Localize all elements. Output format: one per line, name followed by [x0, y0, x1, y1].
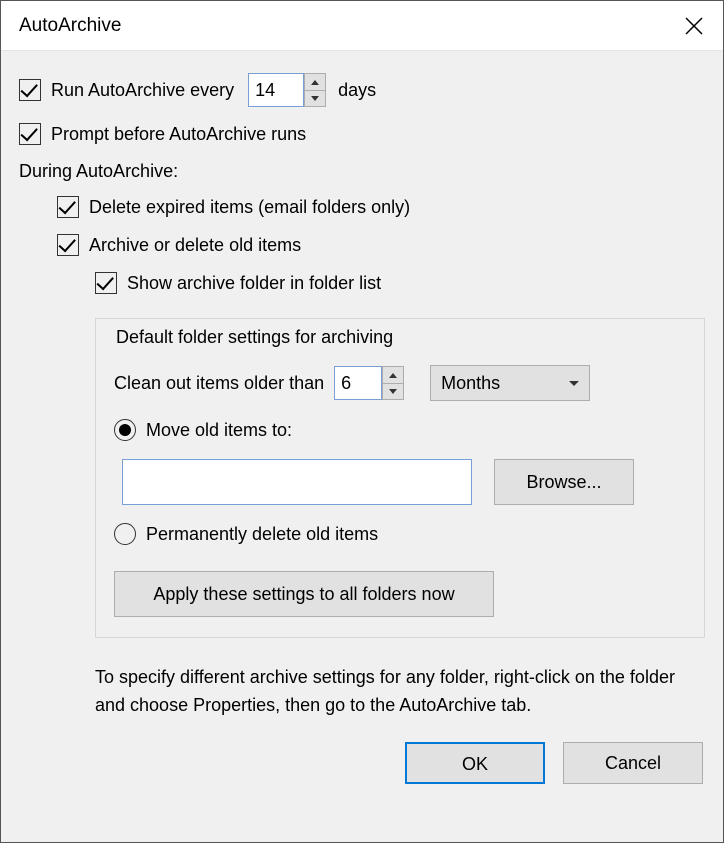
delete-option-label: Permanently delete old items: [146, 524, 378, 545]
default-folder-settings: Default folder settings for archiving Cl…: [95, 318, 705, 638]
archive-delete-row: Archive or delete old items: [57, 234, 705, 256]
chevron-down-icon: [569, 381, 579, 386]
dialog-body: Run AutoArchive every days Prompt before…: [1, 51, 723, 842]
clean-out-down[interactable]: [382, 383, 404, 400]
prompt-row: Prompt before AutoArchive runs: [19, 123, 705, 145]
run-every-checkbox[interactable]: [19, 79, 41, 101]
close-icon: [685, 17, 703, 35]
run-every-row: Run AutoArchive every days: [19, 73, 705, 107]
chevron-up-icon: [311, 80, 319, 85]
during-label: During AutoArchive:: [19, 161, 705, 182]
clean-out-spinner: [382, 366, 404, 400]
move-path-row: Browse...: [118, 459, 686, 505]
ok-button[interactable]: OK: [405, 742, 545, 784]
run-every-input[interactable]: [248, 73, 304, 107]
chevron-down-icon: [389, 389, 397, 394]
prompt-label: Prompt before AutoArchive runs: [51, 124, 306, 145]
run-every-suffix: days: [338, 80, 376, 101]
clean-out-up[interactable]: [382, 366, 404, 383]
apply-all-button[interactable]: Apply these settings to all folders now: [114, 571, 494, 617]
run-every-label: Run AutoArchive every: [51, 80, 234, 101]
run-every-spinner: [304, 73, 326, 107]
cancel-button[interactable]: Cancel: [563, 742, 703, 784]
clean-out-unit-value: Months: [441, 373, 500, 394]
help-text: To specify different archive settings fo…: [95, 664, 705, 720]
prompt-checkbox[interactable]: [19, 123, 41, 145]
clean-out-row: Clean out items older than Months: [114, 365, 686, 401]
run-every-up[interactable]: [304, 73, 326, 90]
delete-expired-row: Delete expired items (email folders only…: [57, 196, 705, 218]
clean-out-unit-select[interactable]: Months: [430, 365, 590, 401]
clean-out-label: Clean out items older than: [114, 373, 324, 394]
move-option-radio[interactable]: [114, 419, 136, 441]
move-option-label: Move old items to:: [146, 420, 292, 441]
archive-delete-label: Archive or delete old items: [89, 235, 301, 256]
clean-out-input[interactable]: [334, 366, 382, 400]
titlebar: AutoArchive: [1, 1, 723, 51]
show-folder-label: Show archive folder in folder list: [127, 273, 381, 294]
chevron-up-icon: [389, 373, 397, 378]
window-title: AutoArchive: [19, 15, 679, 37]
archive-delete-checkbox[interactable]: [57, 234, 79, 256]
chevron-down-icon: [311, 96, 319, 101]
close-button[interactable]: [679, 11, 709, 41]
delete-expired-label: Delete expired items (email folders only…: [89, 197, 410, 218]
show-folder-checkbox[interactable]: [95, 272, 117, 294]
autoarchive-dialog: AutoArchive Run AutoArchive every days P…: [0, 0, 724, 843]
show-folder-row: Show archive folder in folder list: [95, 272, 705, 294]
delete-expired-checkbox[interactable]: [57, 196, 79, 218]
fieldset-legend: Default folder settings for archiving: [110, 327, 399, 348]
move-path-input[interactable]: [122, 459, 472, 505]
dialog-footer: OK Cancel: [19, 742, 705, 784]
browse-button[interactable]: Browse...: [494, 459, 634, 505]
delete-option-radio[interactable]: [114, 523, 136, 545]
run-every-down[interactable]: [304, 90, 326, 107]
move-option-row: Move old items to:: [114, 419, 686, 441]
delete-option-row: Permanently delete old items: [114, 523, 686, 545]
